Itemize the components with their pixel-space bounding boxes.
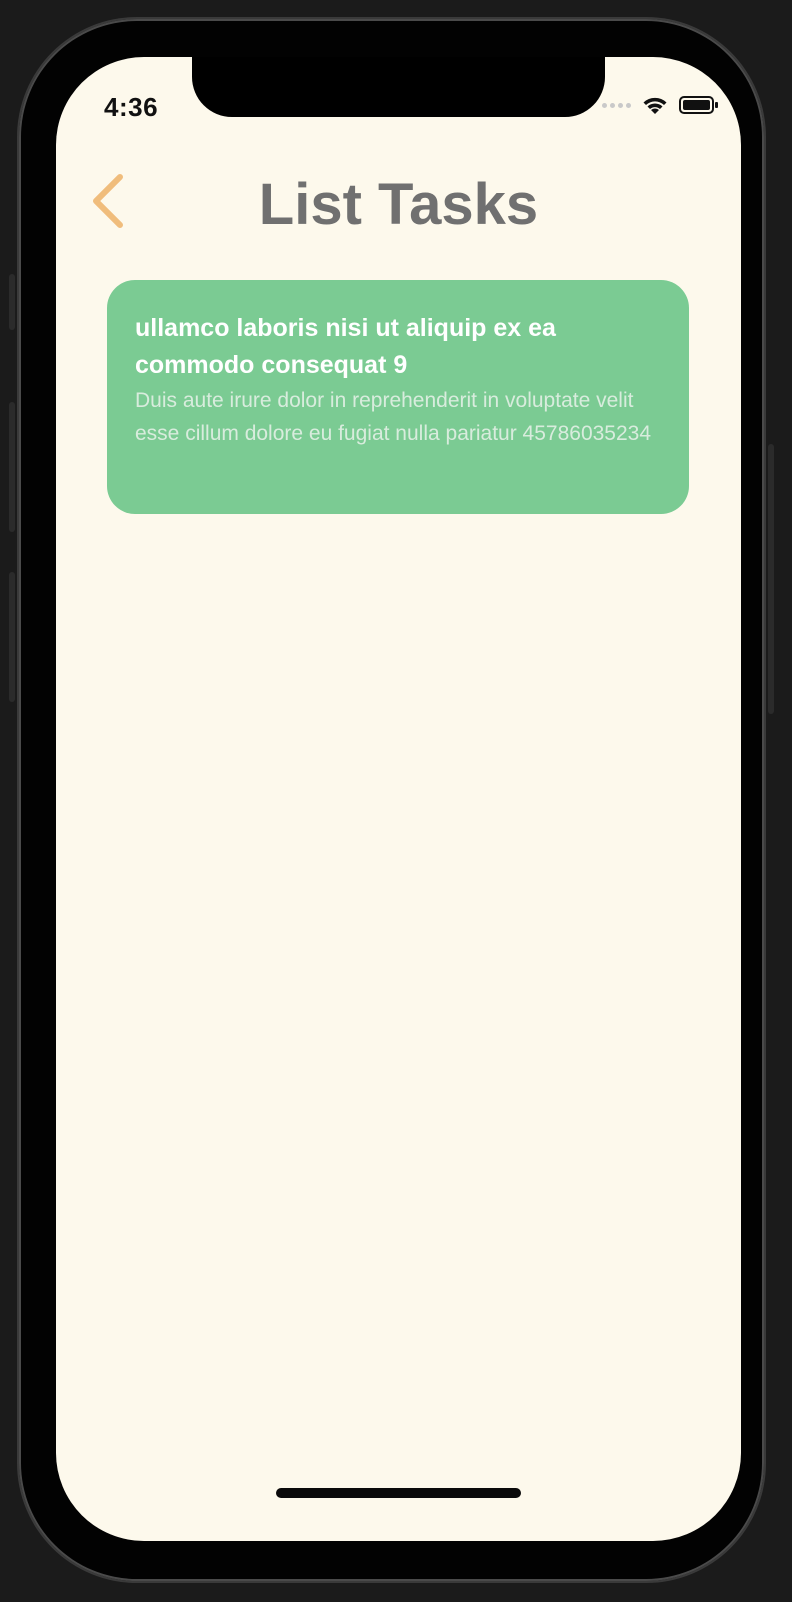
notch: [192, 57, 605, 117]
page-title: List Tasks: [258, 172, 539, 237]
app-screen: 4:36 List Tasks ullamco laboris nisi ut …: [56, 57, 741, 1541]
task-card[interactable]: ullamco laboris nisi ut aliquip ex ea co…: [107, 280, 689, 514]
silent-switch: [9, 274, 15, 330]
task-description: Duis aute irure dolor in reprehenderit i…: [135, 389, 652, 445]
status-indicators: [602, 95, 719, 115]
page-header: List Tasks: [56, 167, 741, 247]
battery-icon: [679, 96, 718, 114]
task-title: ullamco laboris nisi ut aliquip ex ea co…: [135, 314, 556, 379]
cellular-signal-icon: [602, 102, 631, 108]
home-indicator[interactable]: [276, 1488, 521, 1498]
wifi-icon: [643, 97, 667, 114]
power-button: [768, 444, 774, 714]
volume-down-button: [9, 572, 15, 702]
volume-up-button: [9, 402, 15, 532]
status-time: 4:36: [104, 92, 159, 122]
